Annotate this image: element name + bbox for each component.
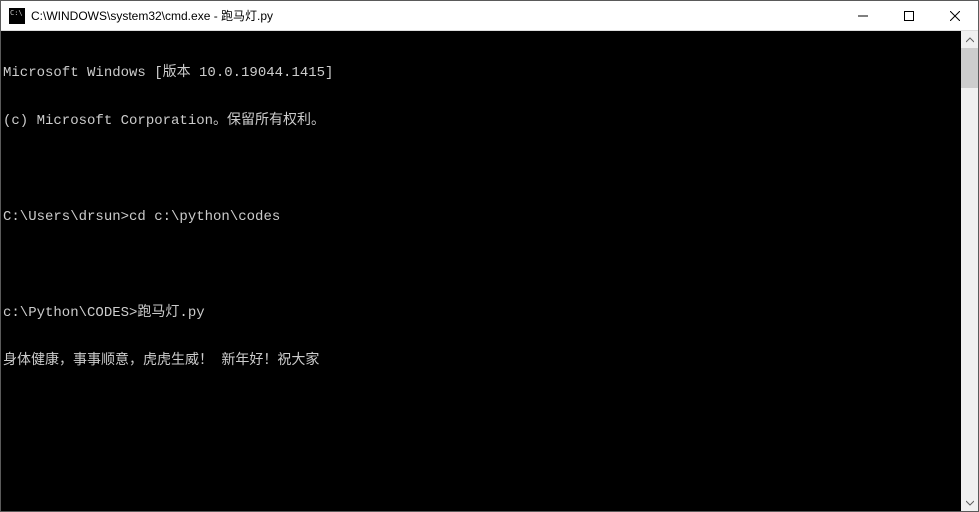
scrollbar-track[interactable] <box>961 48 978 494</box>
minimize-icon <box>858 11 868 21</box>
terminal-output[interactable]: Microsoft Windows [版本 10.0.19044.1415] (… <box>1 31 961 511</box>
terminal-line: c:\Python\CODES>跑马灯.py <box>3 305 961 321</box>
window-controls <box>840 1 978 30</box>
minimize-button[interactable] <box>840 1 886 30</box>
scrollbar-up-button[interactable] <box>961 31 978 48</box>
window-frame: C:\WINDOWS\system32\cmd.exe - 跑马灯.py <box>0 0 979 512</box>
terminal-line <box>3 257 961 273</box>
cmd-icon <box>9 8 25 24</box>
maximize-icon <box>904 11 914 21</box>
terminal-line <box>3 161 961 177</box>
scrollbar-down-button[interactable] <box>961 494 978 511</box>
client-area: Microsoft Windows [版本 10.0.19044.1415] (… <box>1 31 978 511</box>
titlebar[interactable]: C:\WINDOWS\system32\cmd.exe - 跑马灯.py <box>1 1 978 31</box>
window-title: C:\WINDOWS\system32\cmd.exe - 跑马灯.py <box>31 7 840 24</box>
scrollbar-thumb[interactable] <box>961 48 978 88</box>
terminal-line: C:\Users\drsun>cd c:\python\codes <box>3 209 961 225</box>
vertical-scrollbar[interactable] <box>961 31 978 511</box>
terminal-line: (c) Microsoft Corporation。保留所有权利。 <box>3 113 961 129</box>
maximize-button[interactable] <box>886 1 932 30</box>
close-icon <box>950 11 960 21</box>
close-button[interactable] <box>932 1 978 30</box>
terminal-line: 身体健康，事事顺意，虎虎生威！ 新年好！祝大家 <box>3 353 961 369</box>
chevron-down-icon <box>966 499 974 507</box>
terminal-line: Microsoft Windows [版本 10.0.19044.1415] <box>3 65 961 81</box>
chevron-up-icon <box>966 36 974 44</box>
